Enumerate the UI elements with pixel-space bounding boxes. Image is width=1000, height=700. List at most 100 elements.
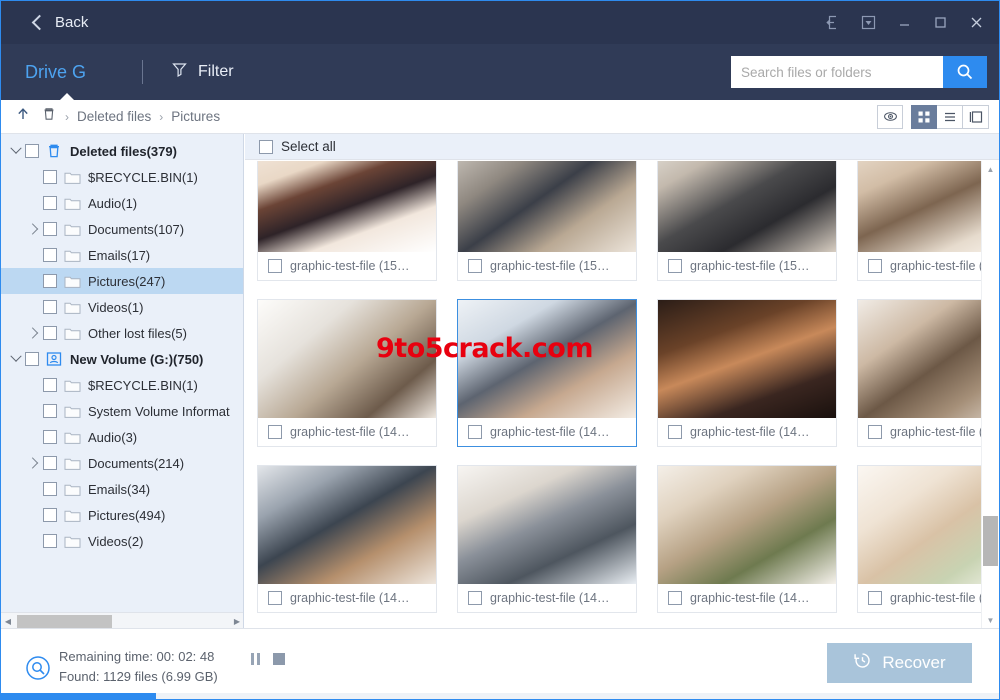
tree-node-checkbox[interactable]	[43, 274, 57, 288]
tree-node[interactable]: New Volume (G:)(750)	[1, 346, 243, 372]
tree-node-checkbox[interactable]	[43, 404, 57, 418]
file-checkbox[interactable]	[668, 591, 682, 605]
breadcrumb-item-0[interactable]: Deleted files	[75, 109, 153, 124]
file-tile[interactable]: graphic-test-file (14…	[657, 299, 837, 447]
search-input[interactable]	[731, 56, 943, 88]
sidebar-horizontal-scrollbar[interactable]: ◀ ▶	[1, 612, 243, 629]
tree-node[interactable]: $RECYCLE.BIN(1)	[1, 164, 243, 190]
grid-view-button[interactable]	[911, 104, 937, 129]
file-thumbnail[interactable]	[258, 161, 436, 252]
file-tile[interactable]: graphic-test-file (15…	[657, 161, 837, 281]
file-tile[interactable]: graphic-test-file (15…	[257, 161, 437, 281]
tree-node[interactable]: $RECYCLE.BIN(1)	[1, 372, 243, 398]
file-thumbnail[interactable]	[258, 300, 436, 418]
tree-node[interactable]: Emails(34)	[1, 476, 243, 502]
tree-node-checkbox[interactable]	[43, 508, 57, 522]
maximize-icon[interactable]	[925, 9, 955, 37]
file-thumbnail[interactable]	[458, 300, 636, 418]
drive-selector[interactable]: Drive G	[25, 62, 86, 83]
tree-node-checkbox[interactable]	[43, 300, 57, 314]
tree-node-checkbox[interactable]	[43, 456, 57, 470]
logout-icon[interactable]	[817, 9, 847, 37]
trash-icon[interactable]	[41, 106, 57, 127]
file-checkbox[interactable]	[868, 591, 882, 605]
chevron-down-icon[interactable]	[7, 142, 25, 160]
chevron-right-icon[interactable]	[25, 220, 43, 238]
scroll-track[interactable]	[15, 613, 230, 629]
file-checkbox[interactable]	[868, 425, 882, 439]
pause-button[interactable]	[251, 653, 263, 665]
file-checkbox[interactable]	[668, 425, 682, 439]
tree-node[interactable]: Videos(1)	[1, 294, 243, 320]
file-checkbox[interactable]	[468, 425, 482, 439]
tree-node-checkbox[interactable]	[25, 352, 39, 366]
scroll-thumb[interactable]	[983, 516, 998, 566]
arrow-up-icon[interactable]	[15, 106, 31, 127]
file-checkbox[interactable]	[668, 259, 682, 273]
breadcrumb-item-1[interactable]: Pictures	[169, 109, 222, 124]
tree-node-checkbox[interactable]	[43, 222, 57, 236]
chevron-right-icon[interactable]	[25, 324, 43, 342]
download-icon[interactable]	[853, 9, 883, 37]
minimize-icon[interactable]	[889, 9, 919, 37]
file-thumbnail[interactable]	[458, 161, 636, 252]
file-checkbox[interactable]	[868, 259, 882, 273]
file-thumbnail[interactable]	[658, 161, 836, 252]
tree-node[interactable]: Other lost files(5)	[1, 320, 243, 346]
tree-node-checkbox[interactable]	[43, 430, 57, 444]
tree-node[interactable]: Pictures(247)	[1, 268, 243, 294]
file-checkbox[interactable]	[268, 425, 282, 439]
file-thumbnail[interactable]	[858, 300, 982, 418]
scroll-up-arrow[interactable]: ▲	[982, 161, 999, 178]
tree-node[interactable]: Pictures(494)	[1, 502, 243, 528]
tree-node-checkbox[interactable]	[43, 378, 57, 392]
tree-node-checkbox[interactable]	[43, 170, 57, 184]
scroll-thumb[interactable]	[17, 614, 112, 628]
file-tile[interactable]: graphic-test-file (14…	[857, 161, 982, 281]
tree-node-checkbox[interactable]	[43, 196, 57, 210]
file-thumbnail[interactable]	[858, 466, 982, 584]
search-button[interactable]	[943, 56, 987, 88]
file-tile[interactable]: graphic-test-file (14…	[257, 465, 437, 613]
recover-button[interactable]: Recover	[827, 643, 972, 683]
tree-node-checkbox[interactable]	[43, 248, 57, 262]
chevron-down-icon[interactable]	[7, 350, 25, 368]
tree-node-checkbox[interactable]	[43, 326, 57, 340]
file-checkbox[interactable]	[268, 259, 282, 273]
file-tile[interactable]: graphic-test-file (14…	[457, 299, 637, 447]
scroll-right-arrow[interactable]: ▶	[230, 614, 243, 629]
file-tile[interactable]: graphic-test-file (14…	[657, 465, 837, 613]
file-tile[interactable]: graphic-test-file (14…	[857, 465, 982, 613]
file-tile[interactable]: graphic-test-file (15…	[457, 161, 637, 281]
tree-node[interactable]: Documents(107)	[1, 216, 243, 242]
tree-node[interactable]: Emails(17)	[1, 242, 243, 268]
scroll-down-arrow[interactable]: ▼	[982, 612, 999, 629]
file-tile[interactable]: graphic-test-file (14…	[257, 299, 437, 447]
tree-node[interactable]: Deleted files(379)	[1, 138, 243, 164]
tree-node[interactable]: Documents(214)	[1, 450, 243, 476]
detail-view-button[interactable]	[963, 104, 989, 129]
file-tile[interactable]: graphic-test-file (14…	[457, 465, 637, 613]
list-view-button[interactable]	[937, 104, 963, 129]
file-thumbnail[interactable]	[658, 300, 836, 418]
preview-toggle-button[interactable]	[877, 104, 903, 129]
select-all-checkbox[interactable]	[259, 139, 273, 154]
tree-node[interactable]: System Volume Informat	[1, 398, 243, 424]
tree-node[interactable]: Videos(2)	[1, 528, 243, 554]
file-tile[interactable]: graphic-test-file (14…	[857, 299, 982, 447]
file-thumbnail[interactable]	[858, 161, 982, 252]
back-button[interactable]: Back	[25, 10, 94, 35]
tree-node-checkbox[interactable]	[25, 144, 39, 158]
tree-node[interactable]: Audio(3)	[1, 424, 243, 450]
file-thumbnail[interactable]	[458, 466, 636, 584]
scroll-left-arrow[interactable]: ◀	[1, 614, 15, 629]
filter-button[interactable]: Filter	[171, 61, 234, 83]
file-checkbox[interactable]	[468, 591, 482, 605]
file-checkbox[interactable]	[468, 259, 482, 273]
file-thumbnail[interactable]	[258, 466, 436, 584]
close-icon[interactable]	[961, 9, 991, 37]
file-grid-scrollbar[interactable]: ▲ ▼	[981, 161, 999, 629]
stop-button[interactable]	[273, 653, 285, 665]
tree-node[interactable]: Audio(1)	[1, 190, 243, 216]
file-thumbnail[interactable]	[658, 466, 836, 584]
